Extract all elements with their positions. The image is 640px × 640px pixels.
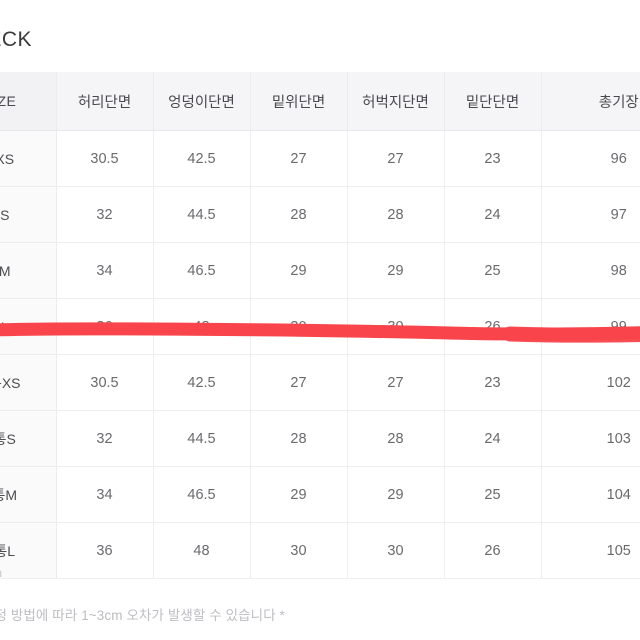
cell-thigh: 29 <box>347 466 445 523</box>
row-size-label: 통L <box>0 522 57 579</box>
row-size-label: 통XS <box>0 354 57 411</box>
column-header-rise: 밑위단면 <box>250 72 348 131</box>
cell-waist: 30.5 <box>56 354 154 411</box>
cell-hip: 44.5 <box>153 186 251 243</box>
size-chart-page: CHECK IZE 허리단면 엉덩이단면 밑위단면 허벅지단면 밑단단면 총기장 <box>0 0 640 640</box>
table-header-row: IZE 허리단면 엉덩이단면 밑위단면 허벅지단면 밑단단면 총기장 <box>0 72 640 131</box>
cell-hem: 24 <box>444 410 542 467</box>
table-row: 통S 32 44.5 28 28 24 103 <box>0 410 640 467</box>
row-size-label: 통M <box>0 466 57 523</box>
cell-thigh: 30 <box>347 522 445 579</box>
cell-thigh: 27 <box>347 130 445 187</box>
row-size-label: L <box>0 298 57 355</box>
cell-rise: 29 <box>250 242 348 299</box>
cell-total-length: 96 <box>541 130 640 187</box>
cell-waist: 30.5 <box>56 130 154 187</box>
cell-hip: 48 <box>153 522 251 579</box>
cell-hip: 42.5 <box>153 354 251 411</box>
cell-rise: 27 <box>250 130 348 187</box>
cell-total-length: 104 <box>541 466 640 523</box>
cell-rise: 30 <box>250 298 348 355</box>
cell-hip: 46.5 <box>153 242 251 299</box>
column-header-thigh: 허벅지단면 <box>347 72 445 131</box>
cell-rise: 29 <box>250 466 348 523</box>
cell-waist: 36 <box>56 522 154 579</box>
cell-hem: 26 <box>444 298 542 355</box>
table-row: M 34 46.5 29 29 25 98 <box>0 242 640 299</box>
table-header: IZE 허리단면 엉덩이단면 밑위단면 허벅지단면 밑단단면 총기장 <box>0 72 640 131</box>
column-header-hip: 엉덩이단면 <box>153 72 251 131</box>
table-row: XS 30.5 42.5 27 27 23 96 <box>0 130 640 187</box>
table-row: L 36 48 30 30 26 99 <box>0 298 640 355</box>
cell-thigh: 28 <box>347 186 445 243</box>
table-row: 통XS 30.5 42.5 27 27 23 102 <box>0 354 640 411</box>
cell-hem: 23 <box>444 130 542 187</box>
row-size-label: XS <box>0 130 57 187</box>
unit-note: cm <box>0 566 2 580</box>
column-header-hem: 밑단단면 <box>444 72 542 131</box>
cell-total-length: 99 <box>541 298 640 355</box>
cell-hip: 48 <box>153 298 251 355</box>
cell-hem: 25 <box>444 242 542 299</box>
cell-waist: 34 <box>56 466 154 523</box>
table-row: 통M 34 46.5 29 29 25 104 <box>0 466 640 523</box>
measurement-footnote: 측정 방법에 따라 1~3cm 오차가 발생할 수 있습니다 * <box>0 608 285 623</box>
row-size-label: 통S <box>0 410 57 467</box>
cell-rise: 30 <box>250 522 348 579</box>
column-header-total-length: 총기장 <box>541 72 640 131</box>
row-size-label: S <box>0 186 57 243</box>
page-title: CHECK <box>0 28 33 51</box>
table-row: 통L 36 48 30 30 26 105 <box>0 522 640 579</box>
size-table-container: IZE 허리단면 엉덩이단면 밑위단면 허벅지단면 밑단단면 총기장 XS 30… <box>0 72 640 579</box>
cell-hip: 42.5 <box>153 130 251 187</box>
cell-hem: 23 <box>444 354 542 411</box>
table-body: XS 30.5 42.5 27 27 23 96 S 32 44.5 28 28… <box>0 130 640 579</box>
column-header-waist: 허리단면 <box>56 72 154 131</box>
cell-hip: 46.5 <box>153 466 251 523</box>
size-table: IZE 허리단면 엉덩이단면 밑위단면 허벅지단면 밑단단면 총기장 XS 30… <box>0 72 640 579</box>
row-size-label: M <box>0 242 57 299</box>
cell-hem: 24 <box>444 186 542 243</box>
cell-hem: 25 <box>444 466 542 523</box>
cell-thigh: 29 <box>347 242 445 299</box>
cell-total-length: 103 <box>541 410 640 467</box>
cell-total-length: 97 <box>541 186 640 243</box>
cell-thigh: 27 <box>347 354 445 411</box>
cell-total-length: 98 <box>541 242 640 299</box>
cell-rise: 27 <box>250 354 348 411</box>
cell-thigh: 28 <box>347 410 445 467</box>
cell-waist: 34 <box>56 242 154 299</box>
cell-thigh: 30 <box>347 298 445 355</box>
cell-waist: 36 <box>56 298 154 355</box>
table-row: S 32 44.5 28 28 24 97 <box>0 186 640 243</box>
cell-rise: 28 <box>250 186 348 243</box>
cell-total-length: 105 <box>541 522 640 579</box>
cell-hip: 44.5 <box>153 410 251 467</box>
cell-total-length: 102 <box>541 354 640 411</box>
cell-rise: 28 <box>250 410 348 467</box>
cell-hem: 26 <box>444 522 542 579</box>
cell-waist: 32 <box>56 186 154 243</box>
cell-waist: 32 <box>56 410 154 467</box>
column-header-size: IZE <box>0 72 57 131</box>
